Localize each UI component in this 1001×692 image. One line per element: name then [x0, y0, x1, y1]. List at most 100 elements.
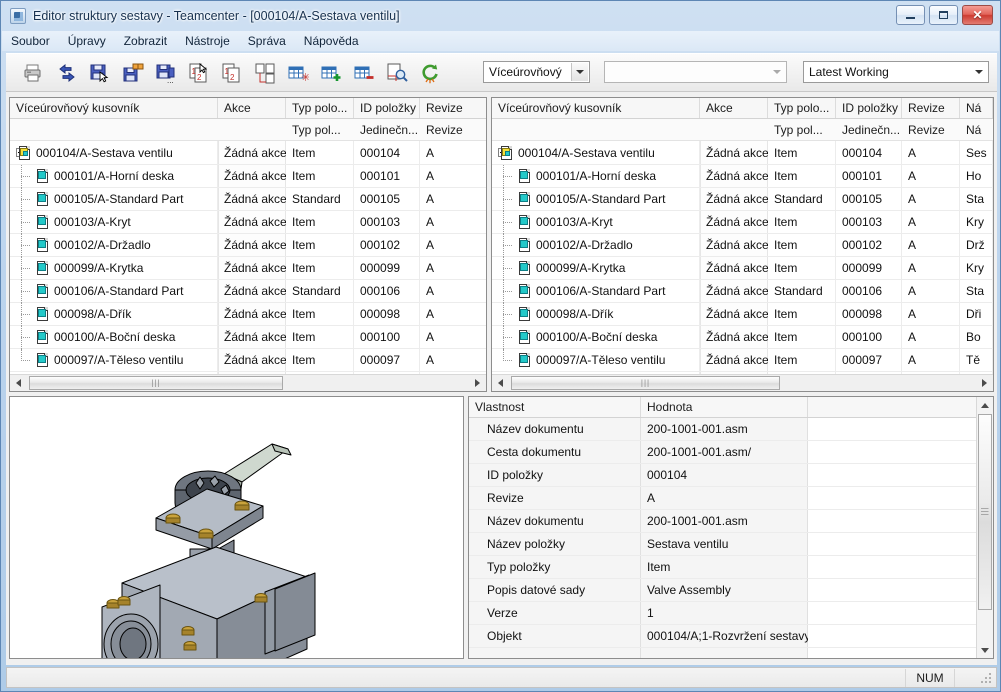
tree-node[interactable]: 000104/A-Sestava ventilu: [10, 142, 218, 165]
copy-button[interactable]: 1 2: [184, 58, 214, 88]
close-button[interactable]: ✕: [962, 5, 993, 25]
property-row[interactable]: Cesta dokumentu 200-1001-001.asm/: [469, 441, 993, 464]
table-row[interactable]: 000104/A-Sestava ventilu Žádná akce Item 00…: [492, 142, 993, 165]
column-header-3[interactable]: ID položky: [836, 98, 902, 118]
property-row[interactable]: ID položky 000104: [469, 464, 993, 487]
properties-column-header-2[interactable]: [808, 397, 978, 417]
table-row[interactable]: 000097/A-Těleso ventilu Žádná akce Item 000…: [10, 349, 486, 372]
tree-node[interactable]: 000105/A-Standard Part: [10, 188, 218, 211]
scroll-left-button[interactable]: [492, 375, 509, 391]
table-row[interactable]: 000098/A-Dřík Žádná akce Item 000098 A Dři: [492, 303, 993, 326]
tree-node[interactable]: 000101/A-Horní deska: [492, 165, 700, 188]
print-button[interactable]: [18, 58, 48, 88]
scroll-left-button[interactable]: [10, 375, 27, 391]
property-row[interactable]: Název dokumentu 200-1001-001.asm: [469, 510, 993, 533]
table-row[interactable]: 000100/A-Boční deska Žádná akce Item 000100…: [10, 326, 486, 349]
menu-item-pravy[interactable]: Úpravy: [59, 31, 115, 51]
tree-node[interactable]: 000099/A-Krytka: [492, 257, 700, 280]
table-row[interactable]: 000104/A-Sestava ventilu Žádná akce Item 00…: [10, 142, 486, 165]
revision-rule-select[interactable]: Latest Working: [803, 61, 989, 83]
property-row[interactable]: Verze 1: [469, 602, 993, 625]
table-row[interactable]: 000106/A-Standard Part Žádná akce Standard…: [10, 280, 486, 303]
scroll-right-button[interactable]: [976, 375, 993, 391]
property-row[interactable]: Typ položky Item: [469, 556, 993, 579]
column-header-4[interactable]: Revize: [420, 98, 486, 118]
menu-item-soubor[interactable]: Soubor: [2, 31, 59, 51]
vertical-scrollbar[interactable]: |||: [976, 397, 993, 658]
column-header-2[interactable]: Typ polo...: [768, 98, 836, 118]
bom-tree-right[interactable]: Víceúrovňový kusovník Akce Typ polo... ID p…: [491, 97, 994, 392]
property-row[interactable]: Popis datové sady Valve Assembly: [469, 579, 993, 602]
scroll-thumb[interactable]: |||: [511, 376, 780, 390]
table-row[interactable]: 000098/A-Dřík Žádná akce Item 000098 A: [10, 303, 486, 326]
tree-node[interactable]: 000104/A-Sestava ventilu: [492, 142, 700, 165]
table-new-button[interactable]: ✳: [283, 58, 313, 88]
save-button[interactable]: [85, 58, 115, 88]
table-add-row-button[interactable]: [316, 58, 346, 88]
model-viewer[interactable]: [9, 396, 464, 690]
column-header-1[interactable]: Akce: [218, 98, 286, 118]
tree-node[interactable]: 000098/A-Dřík: [10, 303, 218, 326]
table-remove-row-button[interactable]: [349, 58, 379, 88]
scroll-up-button[interactable]: [977, 397, 993, 413]
minimize-button[interactable]: [896, 5, 925, 25]
table-row[interactable]: 000103/A-Kryt Žádná akce Item 000103 A: [10, 211, 486, 234]
tree-node[interactable]: 000099/A-Krytka: [10, 257, 218, 280]
tree-node[interactable]: 000097/A-Těleso ventilu: [10, 349, 218, 372]
table-row[interactable]: 000101/A-Horní deska Žádná akce Item 000101…: [492, 165, 993, 188]
table-row[interactable]: 000101/A-Horní deska Žádná akce Item 000101…: [10, 165, 486, 188]
tree-node[interactable]: 000097/A-Těleso ventilu: [492, 349, 700, 372]
tree-node[interactable]: 000100/A-Boční deska: [10, 326, 218, 349]
tree-node[interactable]: 000098/A-Dřík: [492, 303, 700, 326]
scroll-down-button[interactable]: [977, 642, 993, 658]
horizontal-scrollbar[interactable]: |||: [10, 374, 486, 391]
tree-node[interactable]: 000106/A-Standard Part: [10, 280, 218, 303]
table-row[interactable]: 000102/A-Držadlo Žádná akce Item 000102 A: [10, 234, 486, 257]
menu-item-zobrazit[interactable]: Zobrazit: [115, 31, 176, 51]
tree-node[interactable]: 000105/A-Standard Part: [492, 188, 700, 211]
table-row[interactable]: 000102/A-Držadlo Žádná akce Item 000102 A Drž: [492, 234, 993, 257]
table-row[interactable]: 000097/A-Těleso ventilu Žádná akce Item 000…: [492, 349, 993, 372]
chevron-down-icon[interactable]: [970, 63, 987, 81]
table-row[interactable]: 000106/A-Standard Part Žádná akce Standard…: [492, 280, 993, 303]
table-row[interactable]: 000105/A-Standard Part Žádná akce Standard…: [10, 188, 486, 211]
duplicate-button[interactable]: 1 2: [217, 58, 247, 88]
table-row[interactable]: 000103/A-Kryt Žádná akce Item 000103 A Kry: [492, 211, 993, 234]
tree-node[interactable]: 000106/A-Standard Part: [492, 280, 700, 303]
column-header-1[interactable]: Akce: [700, 98, 768, 118]
property-row[interactable]: Objekt 000104/A;1-Rozvržení sestavy: [469, 625, 993, 648]
property-row[interactable]: Revize A: [469, 487, 993, 510]
secondary-filter-select[interactable]: [604, 61, 787, 83]
properties-column-header-1[interactable]: Hodnota: [641, 397, 808, 417]
save-package-button[interactable]: [118, 58, 148, 88]
column-header-0[interactable]: Víceúrovňový kusovník: [10, 98, 218, 118]
properties-column-header-0[interactable]: Vlastnost: [469, 397, 641, 417]
column-header-0[interactable]: Víceúrovňový kusovník: [492, 98, 700, 118]
refresh-green-button[interactable]: [415, 58, 445, 88]
column-header-4[interactable]: Revize: [902, 98, 960, 118]
tree-node[interactable]: 000102/A-Držadlo: [492, 234, 700, 257]
column-header-5[interactable]: Ná: [960, 98, 993, 118]
save-as-button[interactable]: ...: [151, 58, 181, 88]
search-button[interactable]: [382, 58, 412, 88]
tree-node[interactable]: 000103/A-Kryt: [492, 211, 700, 234]
scroll-thumb[interactable]: |||: [29, 376, 283, 390]
scroll-right-button[interactable]: [469, 375, 486, 391]
resize-grip[interactable]: [981, 673, 993, 685]
column-header-3[interactable]: ID položky: [354, 98, 420, 118]
property-row[interactable]: Název položky Sestava ventilu: [469, 533, 993, 556]
structure-mode-select[interactable]: Víceúrovňový: [483, 61, 590, 83]
chevron-down-icon[interactable]: [571, 63, 588, 81]
horizontal-scrollbar[interactable]: |||: [492, 374, 993, 391]
table-row[interactable]: 000100/A-Boční deska Žádná akce Item 000100…: [492, 326, 993, 349]
property-row[interactable]: Název dokumentu 200-1001-001.asm: [469, 418, 993, 441]
paste-structure-button[interactable]: [250, 58, 280, 88]
tree-node[interactable]: 000103/A-Kryt: [10, 211, 218, 234]
scroll-thumb[interactable]: |||: [978, 414, 992, 610]
menu-item-npovda[interactable]: Nápověda: [295, 31, 368, 51]
table-row[interactable]: 000105/A-Standard Part Žádná akce Standard…: [492, 188, 993, 211]
bom-tree-left[interactable]: Víceúrovňový kusovník Akce Typ polo... ID p…: [9, 97, 487, 392]
maximize-button[interactable]: [929, 5, 958, 25]
tree-node[interactable]: 000102/A-Držadlo: [10, 234, 218, 257]
tree-node[interactable]: 000100/A-Boční deska: [492, 326, 700, 349]
